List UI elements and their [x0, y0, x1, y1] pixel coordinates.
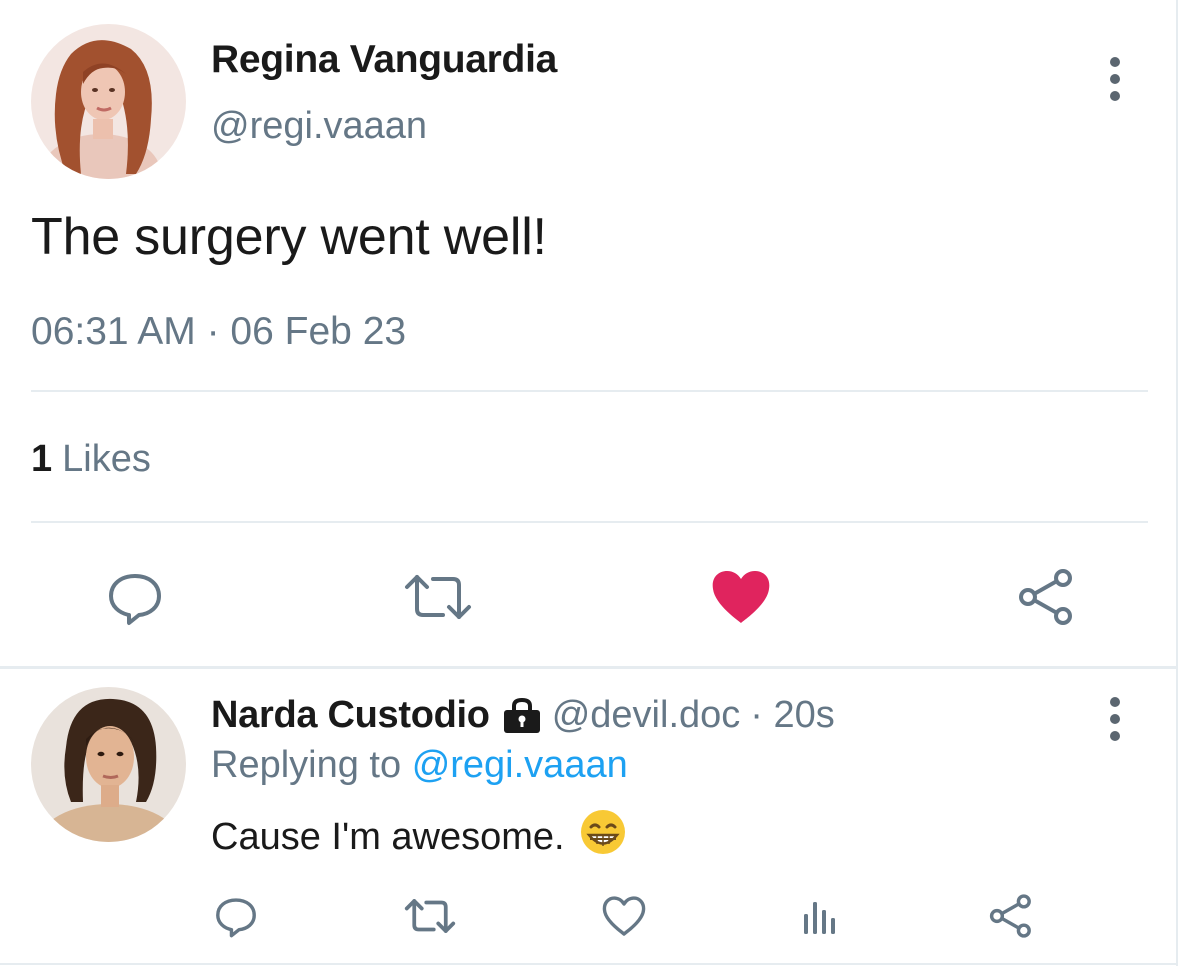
- bottom-divider: [0, 963, 1176, 965]
- reply-button[interactable]: [100, 564, 170, 630]
- reply-icon: [216, 898, 256, 938]
- tweet-text: The surgery went well!: [31, 208, 547, 266]
- reply-reply-button[interactable]: [210, 890, 262, 942]
- tweet-timestamp: 06:31 AM · 06 Feb 23: [31, 310, 407, 353]
- divider: [31, 390, 1148, 392]
- reply-text-container: Cause I'm awesome.: [211, 808, 627, 866]
- frame-edge: [1176, 0, 1178, 966]
- replying-to: Replying to @regi.vaaan: [211, 744, 628, 787]
- retweet-icon: [404, 899, 456, 933]
- heart-icon: [712, 571, 770, 623]
- section-divider: [0, 666, 1176, 669]
- share-button[interactable]: [1010, 564, 1080, 630]
- author-handle[interactable]: @regi.vaaan: [211, 105, 427, 148]
- divider: [31, 521, 1148, 523]
- avatar-main[interactable]: [31, 24, 186, 179]
- reply-author-handle[interactable]: @devil.doc: [552, 694, 741, 737]
- analytics-icon: [804, 902, 835, 934]
- reply-header: Narda Custodio @devil.doc · 20s: [211, 694, 835, 737]
- reply-time: · 20s: [750, 694, 835, 736]
- like-button[interactable]: [705, 564, 777, 630]
- lock-icon: [502, 697, 542, 734]
- heart-icon: [602, 896, 646, 936]
- more-options-icon[interactable]: [1108, 57, 1122, 108]
- retweet-button[interactable]: [400, 564, 476, 630]
- avatar-reply[interactable]: [31, 687, 186, 842]
- reply-share-button[interactable]: [984, 890, 1036, 942]
- more-options-icon[interactable]: [1108, 697, 1122, 748]
- share-icon: [1019, 569, 1072, 625]
- reply-like-button[interactable]: [598, 890, 650, 942]
- retweet-icon: [405, 575, 471, 619]
- replying-mention[interactable]: @regi.vaaan: [412, 744, 628, 786]
- author-name[interactable]: Regina Vanguardia: [211, 38, 557, 82]
- reply-analytics-button[interactable]: [792, 890, 844, 942]
- likes-label: Likes: [62, 438, 151, 480]
- likes-summary[interactable]: 1 Likes: [31, 438, 151, 481]
- reply-text: Cause I'm awesome.: [211, 815, 565, 858]
- grinning-face-emoji-icon: [579, 808, 627, 866]
- reply-icon: [109, 574, 161, 625]
- likes-count: 1: [31, 438, 53, 480]
- share-icon: [989, 894, 1031, 938]
- reply-author-name[interactable]: Narda Custodio: [211, 694, 490, 737]
- replying-prefix: Replying to: [211, 744, 402, 786]
- reply-retweet-button[interactable]: [401, 890, 459, 942]
